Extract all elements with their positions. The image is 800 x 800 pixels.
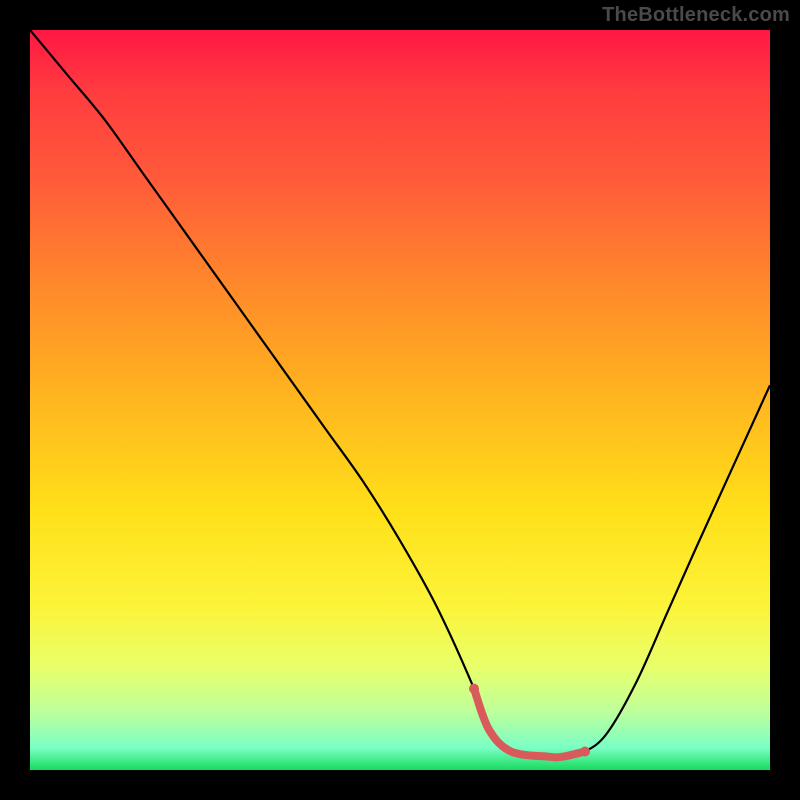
bottleneck-curve [30,30,770,770]
marker-end-dot [580,747,590,757]
marker-start-dot [469,684,479,694]
plot-area [30,30,770,770]
curve-line [30,30,770,757]
attribution-text: TheBottleneck.com [602,4,790,27]
curve-marker-segment [474,689,585,758]
chart-frame: TheBottleneck.com [0,0,800,800]
